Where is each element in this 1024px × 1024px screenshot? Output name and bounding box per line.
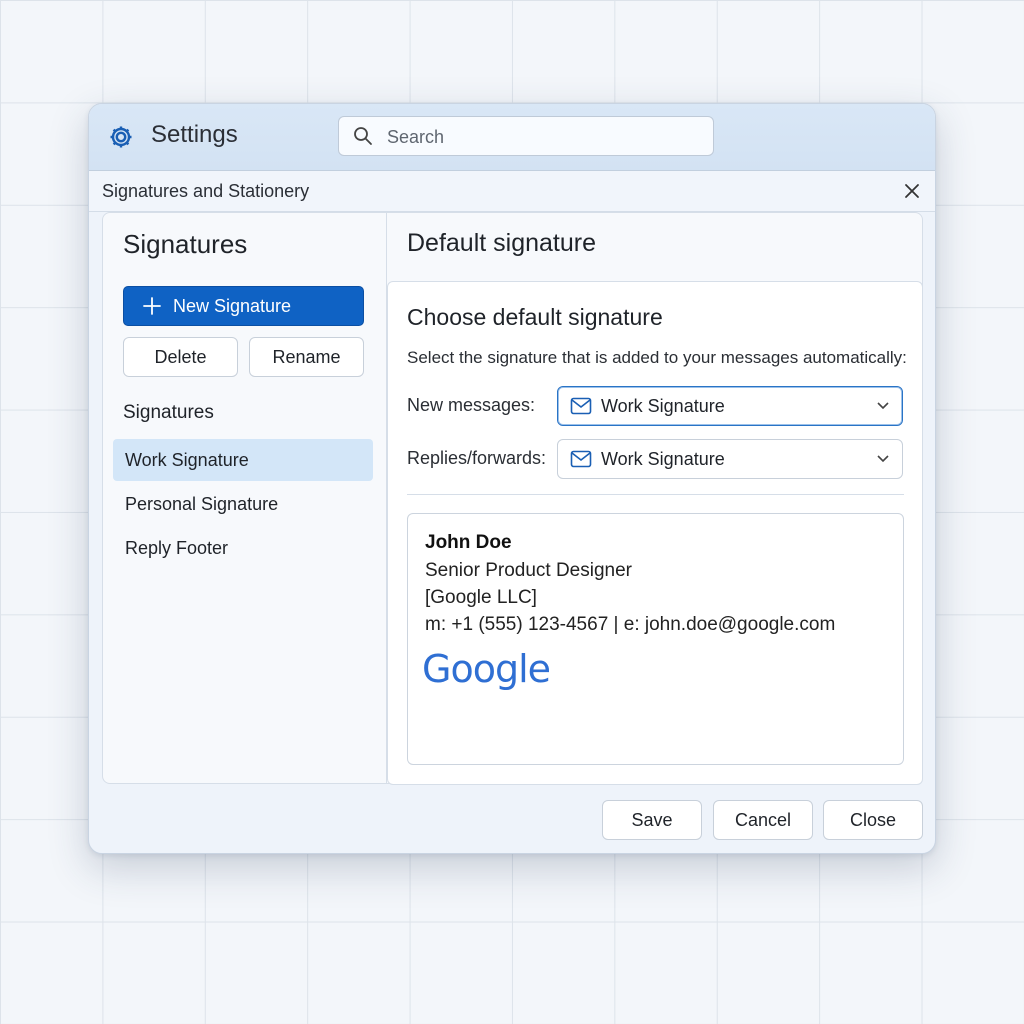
signature-preview[interactable]: John Doe Senior Product Designer [Google… bbox=[407, 513, 904, 765]
default-signature-panel: Default signature Choose default signatu… bbox=[387, 213, 923, 785]
rename-button[interactable]: Rename bbox=[249, 337, 364, 377]
delete-button[interactable]: Delete bbox=[123, 337, 238, 377]
mail-icon bbox=[570, 450, 592, 468]
divider bbox=[407, 494, 904, 495]
save-button[interactable]: Save bbox=[602, 800, 702, 840]
card-description: Select the signature that is added to yo… bbox=[407, 348, 907, 367]
new-messages-label: New messages: bbox=[407, 395, 536, 415]
chevron-down-icon bbox=[877, 455, 889, 463]
replies-select[interactable]: Work Signature bbox=[557, 439, 903, 479]
cancel-button[interactable]: Cancel bbox=[713, 800, 813, 840]
search-box[interactable] bbox=[338, 116, 714, 157]
preview-title: Senior Product Designer bbox=[425, 560, 632, 581]
gear-icon bbox=[110, 126, 132, 148]
close-icon[interactable] bbox=[901, 180, 923, 202]
signature-item-reply-footer[interactable]: Reply Footer bbox=[113, 527, 373, 569]
signatures-list-label: Signatures bbox=[123, 402, 214, 423]
default-signature-heading: Default signature bbox=[407, 229, 597, 257]
dialog-title: Signatures and Stationery bbox=[102, 181, 310, 201]
mail-icon bbox=[570, 397, 592, 415]
title-bar: Settings bbox=[89, 104, 935, 171]
new-messages-value: Work Signature bbox=[601, 396, 725, 416]
signatures-heading: Signatures bbox=[123, 229, 248, 259]
dialog-header: Signatures and Stationery bbox=[89, 171, 935, 212]
signature-item-personal[interactable]: Personal Signature bbox=[113, 483, 373, 525]
new-signature-label: New Signature bbox=[173, 296, 292, 316]
preview-company: [Google LLC] bbox=[425, 587, 537, 608]
close-button[interactable]: Close bbox=[823, 800, 923, 840]
replies-label: Replies/forwards: bbox=[407, 448, 547, 468]
search-input[interactable] bbox=[385, 117, 699, 157]
google-logo: Google bbox=[422, 647, 551, 691]
default-signature-card: Choose default signature Select the sign… bbox=[387, 281, 923, 785]
signature-item-work[interactable]: Work Signature bbox=[113, 439, 373, 481]
content-area: Signatures New Signature Delete Rename S… bbox=[102, 212, 923, 785]
replies-value: Work Signature bbox=[601, 449, 725, 469]
preview-contact: m: +1 (555) 123-4567 | e: john.doe@googl… bbox=[425, 614, 836, 635]
new-signature-button[interactable]: New Signature bbox=[123, 286, 364, 326]
chevron-down-icon bbox=[877, 402, 889, 410]
settings-window: Settings Signatures and Stationery Signa… bbox=[88, 103, 936, 854]
search-icon bbox=[354, 127, 372, 145]
plus-icon bbox=[143, 297, 161, 315]
signatures-panel: Signatures New Signature Delete Rename S… bbox=[103, 213, 387, 783]
card-title: Choose default signature bbox=[407, 304, 663, 330]
new-messages-select[interactable]: Work Signature bbox=[557, 386, 903, 426]
preview-name: John Doe bbox=[425, 532, 512, 553]
app-title: Settings bbox=[151, 121, 238, 148]
